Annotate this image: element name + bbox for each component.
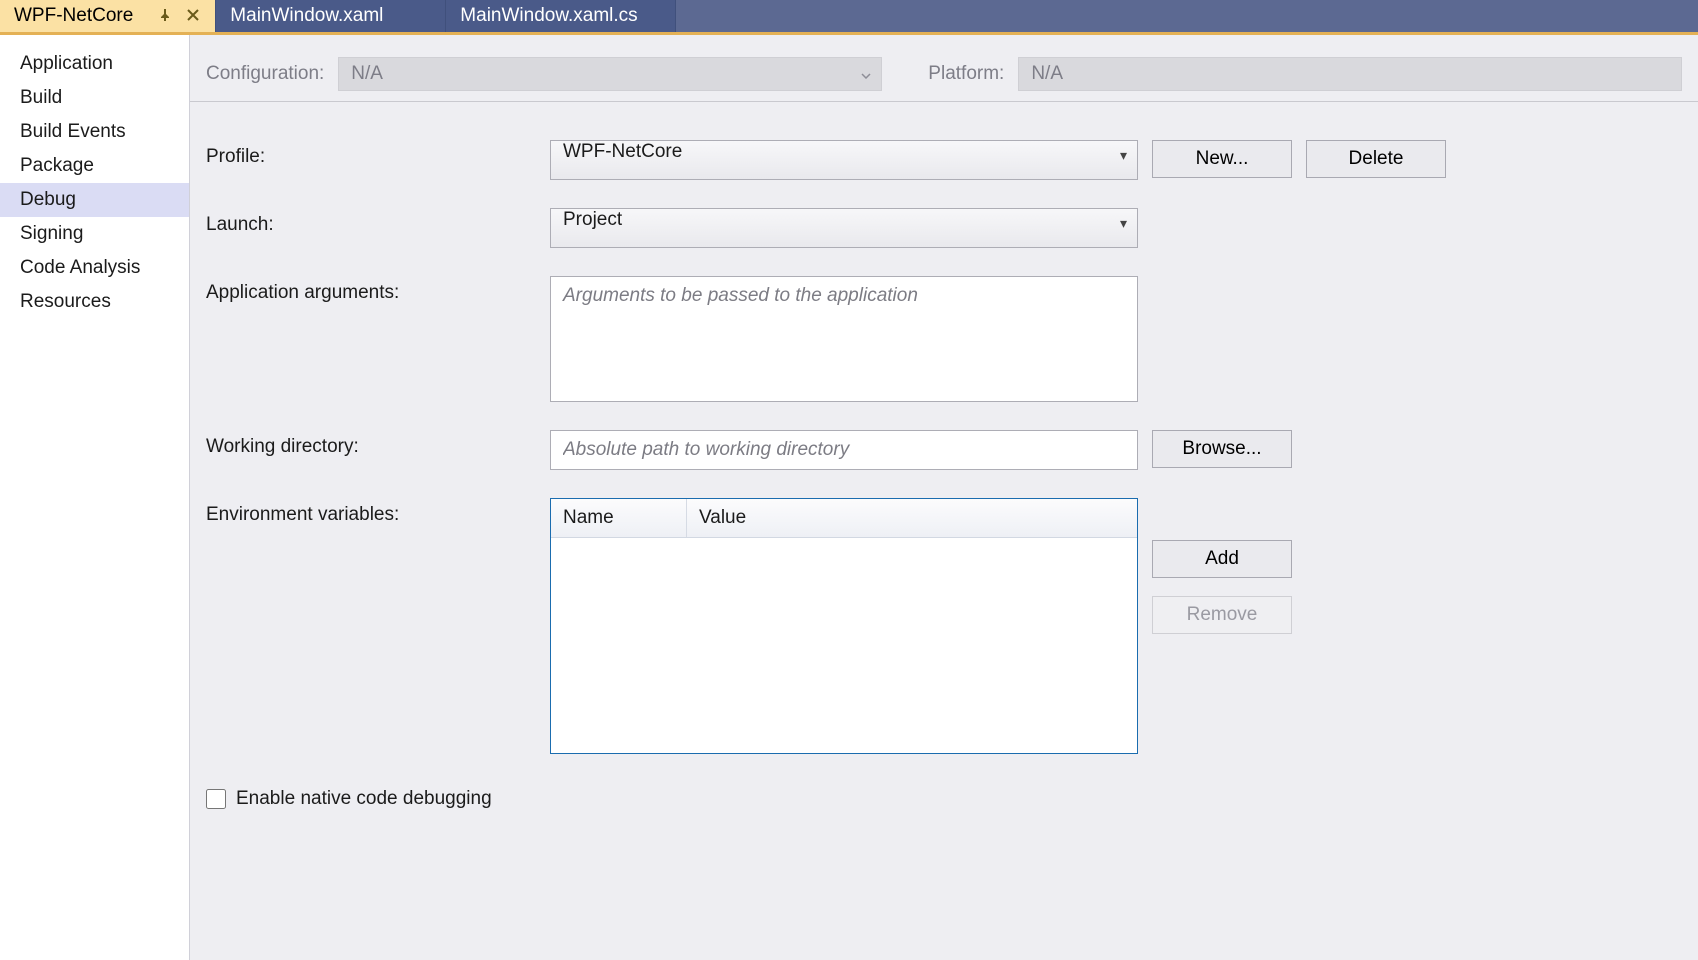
- platform-label: Platform:: [928, 63, 1004, 85]
- chevron-down-icon: ▾: [1120, 147, 1127, 164]
- profile-value: WPF-NetCore: [563, 141, 682, 162]
- tab-mainwindow-xaml-cs[interactable]: MainWindow.xaml.cs: [446, 0, 676, 32]
- env-vars-label: Environment variables:: [206, 498, 536, 526]
- pin-icon[interactable]: [157, 5, 173, 27]
- native-debug-checkbox[interactable]: [206, 789, 226, 809]
- app-args-label: Application arguments:: [206, 276, 536, 304]
- launch-combo[interactable]: Project ▾: [550, 208, 1138, 248]
- tab-label: MainWindow.xaml.cs: [460, 5, 637, 27]
- browse-button[interactable]: Browse...: [1152, 430, 1292, 468]
- configuration-bar: Configuration: N/A Platform: N/A: [190, 35, 1698, 102]
- configuration-label: Configuration:: [206, 63, 324, 85]
- remove-env-button[interactable]: Remove: [1152, 596, 1292, 634]
- sidebar-item-signing[interactable]: Signing: [0, 217, 189, 251]
- sidebar-item-build-events[interactable]: Build Events: [0, 115, 189, 149]
- sidebar-item-resources[interactable]: Resources: [0, 285, 189, 319]
- sidebar-item-build[interactable]: Build: [0, 81, 189, 115]
- sidebar-item-application[interactable]: Application: [0, 47, 189, 81]
- profile-label: Profile:: [206, 140, 536, 168]
- chevron-down-icon: [861, 63, 871, 85]
- configuration-dropdown[interactable]: N/A: [338, 57, 882, 91]
- platform-value: N/A: [1031, 63, 1063, 85]
- add-env-button[interactable]: Add: [1152, 540, 1292, 578]
- env-vars-grid[interactable]: Name Value: [550, 498, 1138, 754]
- env-header-name[interactable]: Name: [551, 499, 687, 537]
- working-dir-input[interactable]: [550, 430, 1138, 470]
- new-profile-button[interactable]: New...: [1152, 140, 1292, 178]
- app-args-input[interactable]: [550, 276, 1138, 402]
- platform-dropdown[interactable]: N/A: [1018, 57, 1682, 91]
- tab-project-properties[interactable]: WPF-NetCore: [0, 0, 216, 32]
- native-debug-label: Enable native code debugging: [236, 788, 492, 810]
- tab-label: MainWindow.xaml: [230, 5, 383, 27]
- sidebar-item-debug[interactable]: Debug: [0, 183, 189, 217]
- env-header-value[interactable]: Value: [687, 499, 1137, 537]
- delete-profile-button[interactable]: Delete: [1306, 140, 1446, 178]
- profile-combo[interactable]: WPF-NetCore ▾: [550, 140, 1138, 180]
- launch-label: Launch:: [206, 208, 536, 236]
- close-icon[interactable]: [185, 5, 201, 27]
- launch-value: Project: [563, 209, 622, 230]
- sidebar-item-code-analysis[interactable]: Code Analysis: [0, 251, 189, 285]
- properties-sidebar: Application Build Build Events Package D…: [0, 35, 190, 960]
- document-tab-strip: WPF-NetCore MainWindow.xaml MainWindow.x…: [0, 0, 1698, 35]
- chevron-down-icon: ▾: [1120, 215, 1127, 232]
- sidebar-item-package[interactable]: Package: [0, 149, 189, 183]
- tab-label: WPF-NetCore: [14, 5, 133, 27]
- tab-mainwindow-xaml[interactable]: MainWindow.xaml: [216, 0, 446, 32]
- configuration-value: N/A: [351, 63, 383, 85]
- working-dir-label: Working directory:: [206, 430, 536, 458]
